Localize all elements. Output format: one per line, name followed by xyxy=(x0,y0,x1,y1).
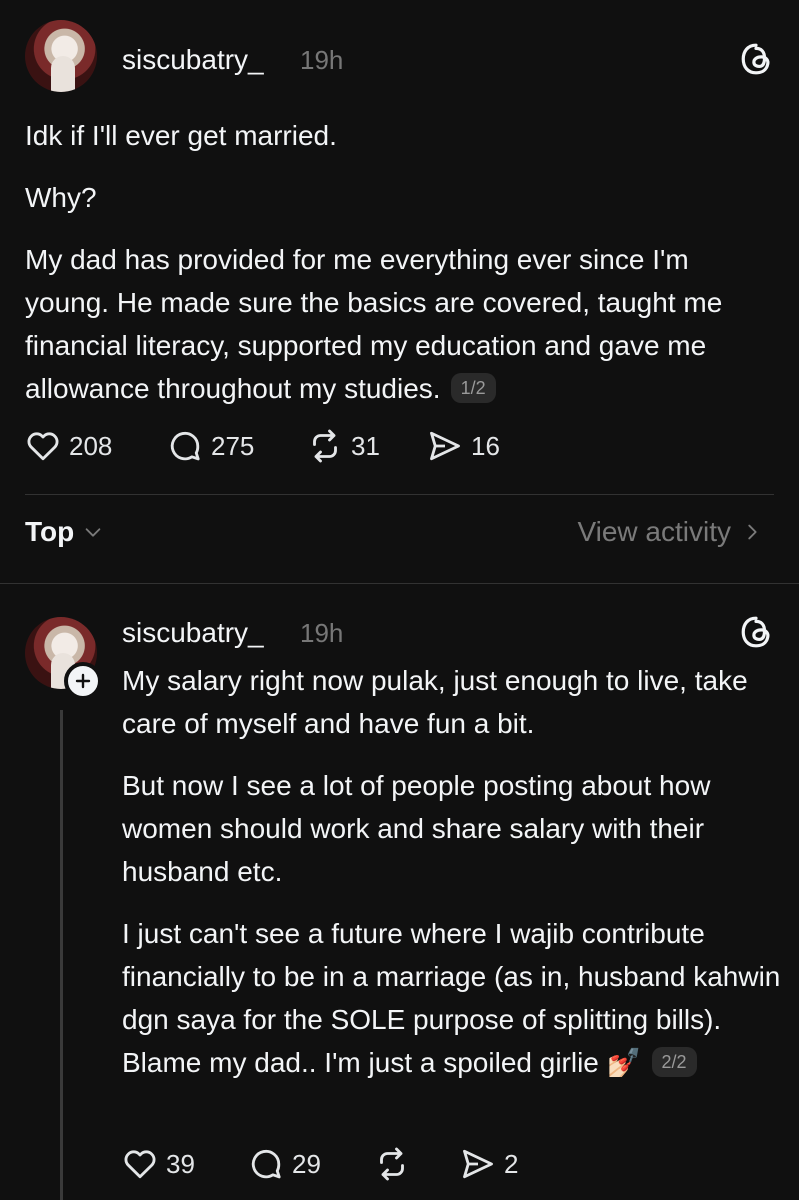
post-actions: 208 275 31 16 xyxy=(25,428,500,464)
replies-sort-bar: Top View activity xyxy=(25,516,763,562)
like-count: 208 xyxy=(69,430,113,461)
view-activity-label: View activity xyxy=(577,516,731,547)
threads-logo-icon[interactable] xyxy=(739,42,773,76)
comment-bubble-icon xyxy=(251,1149,281,1179)
like-button[interactable]: 208 xyxy=(25,428,167,464)
reply-button[interactable]: 29 xyxy=(248,1146,374,1182)
chevron-right-icon xyxy=(748,524,757,540)
thread-line xyxy=(60,710,63,1200)
chevron-down-icon xyxy=(85,528,101,537)
timestamp: 19h xyxy=(300,618,344,648)
post-body: My salary right now pulak, just enough t… xyxy=(122,659,782,1084)
post-paragraph: Idk if I'll ever get married. xyxy=(25,120,337,151)
divider xyxy=(0,583,799,584)
share-count: 2 xyxy=(504,1148,519,1179)
follow-button[interactable] xyxy=(64,662,102,700)
reply-count: 275 xyxy=(211,430,255,461)
repost-icon xyxy=(380,1147,404,1181)
repost-icon xyxy=(313,429,337,463)
page-badge: 1/2 xyxy=(450,372,496,403)
send-icon xyxy=(463,1149,493,1179)
sort-label: Top xyxy=(25,516,75,547)
share-count: 16 xyxy=(471,430,500,461)
nail-polish-emoji: 💅🏻 xyxy=(606,1047,642,1078)
post-paragraph: Why? xyxy=(25,182,97,213)
post-paragraph: My salary right now pulak, just enough t… xyxy=(122,665,748,739)
post-paragraph: But now I see a lot of people posting ab… xyxy=(122,770,711,887)
post-paragraph-text: My dad has provided for me everything ev… xyxy=(25,244,723,404)
sort-dropdown[interactable]: Top xyxy=(25,516,104,548)
comment-bubble-icon xyxy=(170,431,200,461)
page-badge: 2/2 xyxy=(651,1046,697,1077)
send-icon xyxy=(430,431,460,461)
post-actions: 39 29 2 xyxy=(122,1146,518,1182)
like-count: 39 xyxy=(166,1148,195,1179)
threads-logo-icon[interactable] xyxy=(739,615,773,649)
username[interactable]: siscubatry_ xyxy=(122,617,264,649)
repost-count: 31 xyxy=(351,430,380,461)
timestamp: 19h xyxy=(300,45,344,75)
post-body: Idk if I'll ever get married. Why? My da… xyxy=(25,114,775,410)
reply-button[interactable]: 275 xyxy=(167,428,307,464)
heart-icon xyxy=(27,432,59,461)
post-paragraph: My dad has provided for me everything ev… xyxy=(25,238,775,410)
share-button[interactable]: 2 xyxy=(460,1146,518,1182)
repost-button[interactable] xyxy=(374,1146,460,1182)
post-paragraph: I just can't see a future where I wajib … xyxy=(122,912,782,1084)
heart-icon xyxy=(124,1150,156,1179)
like-button[interactable]: 39 xyxy=(122,1146,248,1182)
username[interactable]: siscubatry_ xyxy=(122,44,264,76)
plus-icon xyxy=(75,673,91,689)
view-activity-link[interactable]: View activity xyxy=(577,516,763,548)
divider xyxy=(25,494,774,495)
avatar[interactable] xyxy=(25,20,97,92)
repost-button[interactable]: 31 xyxy=(307,428,427,464)
reply-count: 29 xyxy=(292,1148,321,1179)
share-button[interactable]: 16 xyxy=(427,428,500,464)
